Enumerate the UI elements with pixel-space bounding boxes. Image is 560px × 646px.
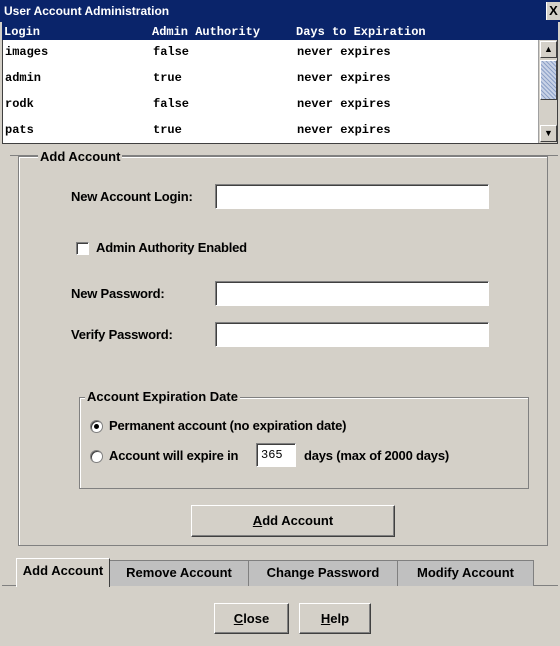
expire-in-suffix-label: days (max of 2000 days)	[304, 448, 449, 463]
scroll-down-arrow-icon[interactable]: ▼	[540, 125, 557, 142]
add-account-button[interactable]: Add Account	[191, 505, 395, 537]
close-icon[interactable]: X	[546, 2, 560, 20]
help-button-label: elp	[330, 611, 350, 626]
expire-in-prefix-label[interactable]: Account will expire in	[109, 448, 238, 463]
new-password-label: New Password:	[71, 286, 165, 301]
new-account-login-field[interactable]	[215, 184, 489, 209]
expiration-group-title: Account Expiration Date	[85, 389, 240, 404]
admin-authority-checkbox[interactable]	[76, 242, 89, 255]
tab-change-password[interactable]: Change Password	[248, 560, 398, 586]
expiration-days-field[interactable]	[256, 443, 296, 467]
cell-login: rodk	[5, 97, 34, 111]
column-header-admin-authority[interactable]: Admin Authority	[152, 22, 260, 42]
add-account-panel: Add Account New Account Login: Admin Aut…	[10, 149, 558, 555]
table-row[interactable]: rodk false never expires	[3, 93, 538, 116]
cell-days-to-expiration: never expires	[297, 97, 391, 111]
expire-in-days-radio[interactable]	[90, 450, 103, 463]
tab-add-account[interactable]: Add Account	[16, 558, 110, 587]
verify-password-field[interactable]	[215, 322, 489, 347]
cell-login: pats	[5, 123, 34, 137]
account-expiration-group: Account Expiration Date Permanent accoun…	[79, 389, 529, 489]
verify-password-label: Verify Password:	[71, 327, 173, 342]
cell-login: admin	[5, 71, 42, 85]
group-title: Add Account	[38, 149, 123, 164]
permanent-account-label[interactable]: Permanent account (no expiration date)	[109, 418, 346, 433]
cell-admin-authority: false	[153, 97, 190, 111]
admin-authority-label[interactable]: Admin Authority Enabled	[96, 240, 247, 255]
help-button-mnemonic: H	[320, 611, 331, 626]
permanent-account-radio[interactable]	[90, 420, 103, 433]
account-table: images false never expires admin true ne…	[2, 40, 558, 144]
tab-strip: Add Account Remove Account Change Passwo…	[16, 558, 536, 587]
cell-admin-authority: true	[153, 71, 182, 85]
cell-days-to-expiration: never expires	[297, 123, 391, 137]
cell-login: images	[5, 45, 49, 59]
close-button-mnemonic: C	[233, 611, 244, 626]
cell-admin-authority: true	[153, 123, 182, 137]
cell-days-to-expiration: never expires	[297, 45, 391, 59]
close-button-label: lose	[243, 611, 270, 626]
user-account-admin-window: User Account Administration X Login Admi…	[0, 0, 560, 646]
table-row[interactable]: admin true never expires	[3, 67, 538, 90]
radio-selected-dot	[94, 424, 99, 429]
scrollbar-thumb[interactable]	[540, 60, 557, 100]
add-button-label: dd Account	[262, 513, 334, 528]
tab-remove-account[interactable]: Remove Account	[109, 560, 249, 586]
add-button-mnemonic: A	[252, 513, 263, 528]
new-password-field[interactable]	[215, 281, 489, 306]
new-account-login-label: New Account Login:	[71, 189, 193, 204]
title-bar[interactable]: User Account Administration X	[0, 0, 560, 22]
table-row[interactable]: pats true never expires	[3, 119, 538, 142]
column-header-days-to-expiration[interactable]: Days to Expiration	[296, 22, 426, 42]
column-header-login[interactable]: Login	[4, 22, 40, 42]
add-account-group: Add Account New Account Login: Admin Aut…	[18, 149, 548, 546]
window-title: User Account Administration	[4, 4, 170, 18]
cell-admin-authority: false	[153, 45, 190, 59]
tab-modify-account[interactable]: Modify Account	[397, 560, 534, 586]
help-button[interactable]: Help	[299, 603, 371, 634]
table-row[interactable]: images false never expires	[3, 41, 538, 64]
cell-days-to-expiration: never expires	[297, 71, 391, 85]
account-table-header: Login Admin Authority Days to Expiration	[2, 22, 558, 42]
close-button[interactable]: Close	[214, 603, 289, 634]
table-scrollbar[interactable]: ▲ ▼	[538, 40, 557, 143]
scroll-up-arrow-icon[interactable]: ▲	[540, 41, 557, 58]
